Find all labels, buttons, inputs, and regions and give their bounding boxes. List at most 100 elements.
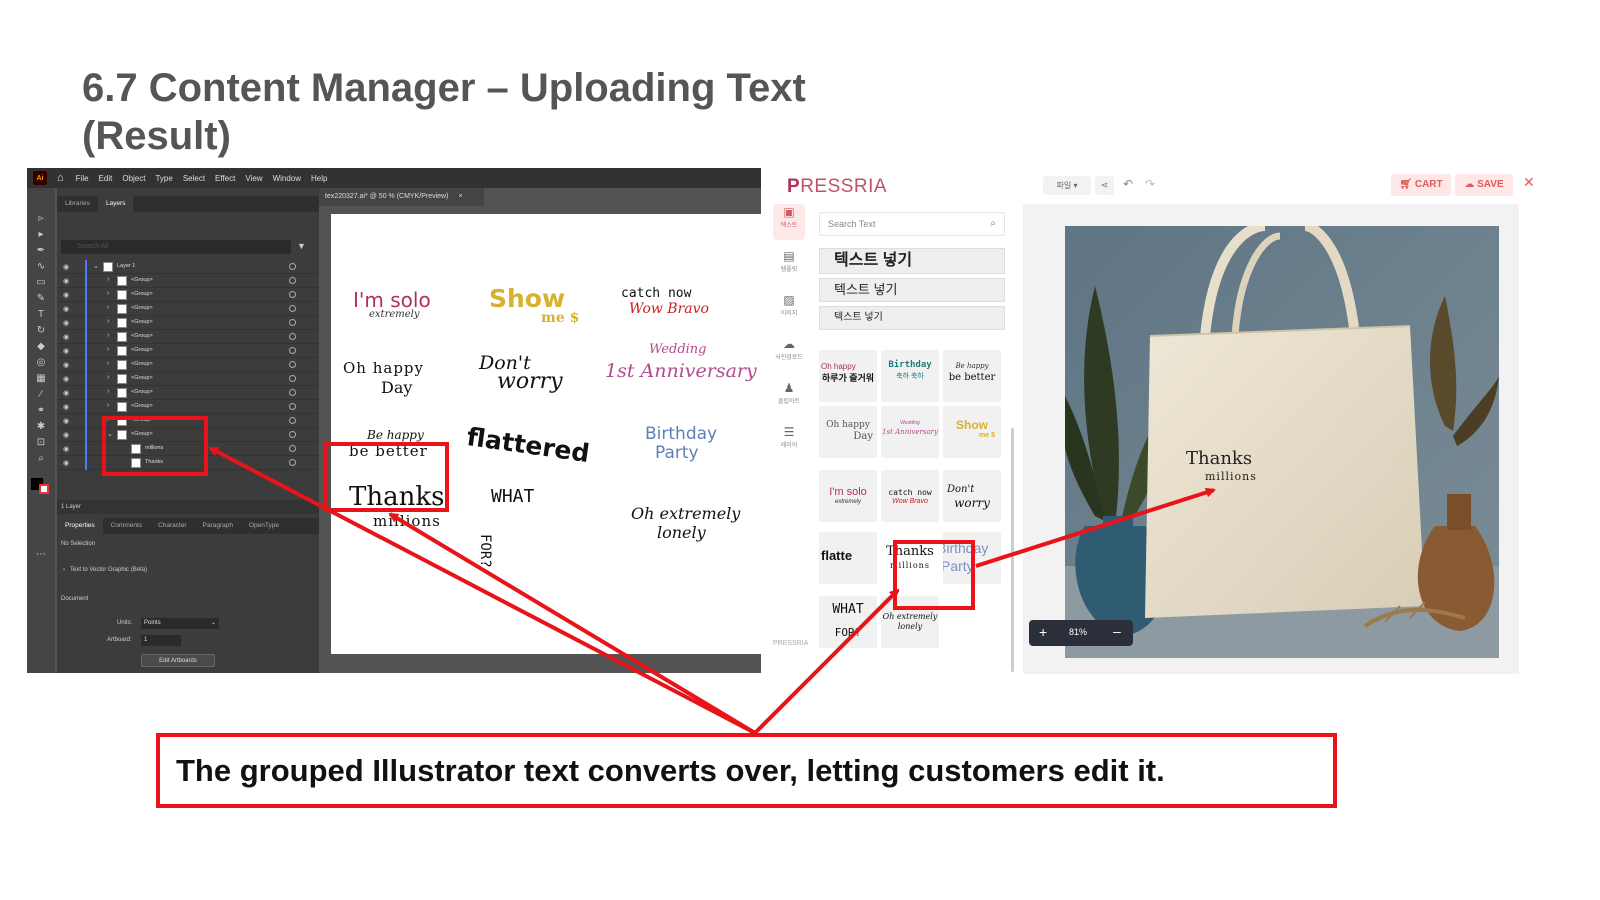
target-circle-icon[interactable] bbox=[289, 459, 296, 466]
art-party[interactable]: Party bbox=[655, 443, 699, 463]
target-circle-icon[interactable] bbox=[289, 375, 296, 382]
visibility-eye-icon[interactable]: ◉ bbox=[63, 291, 69, 299]
redo-icon[interactable]: ↷ bbox=[1145, 177, 1155, 191]
layer-row[interactable]: ◉ › <Group> bbox=[57, 274, 319, 288]
rotate-tool-icon[interactable]: ↻ bbox=[33, 324, 49, 338]
text-tile[interactable]: Wedding 1st Anniversary bbox=[881, 406, 939, 458]
layer-row[interactable]: ◉ › <Group> bbox=[57, 302, 319, 316]
add-subheading-button[interactable]: 텍스트 넣기 bbox=[819, 278, 1005, 302]
shape-builder-tool-icon[interactable]: ◎ bbox=[33, 356, 49, 370]
menu-object[interactable]: Object bbox=[122, 174, 145, 183]
tab-character[interactable]: Character bbox=[150, 518, 195, 534]
panel-scrollbar[interactable] bbox=[1011, 428, 1014, 672]
tab-paragraph[interactable]: Paragraph bbox=[195, 518, 241, 534]
share-icon[interactable]: ⋖ bbox=[1095, 176, 1114, 195]
art-flattered[interactable]: flattered bbox=[465, 422, 591, 468]
layer-row[interactable]: ◉ ⌄ Layer 1 bbox=[57, 260, 319, 274]
menu-edit[interactable]: Edit bbox=[99, 174, 113, 183]
visibility-eye-icon[interactable]: ◉ bbox=[63, 459, 69, 467]
text-tile[interactable]: Be happy be better bbox=[943, 350, 1001, 402]
visibility-eye-icon[interactable]: ◉ bbox=[63, 361, 69, 369]
layer-row[interactable]: ◉ › <Group> bbox=[57, 372, 319, 386]
layer-row[interactable]: ◉ › <Group> bbox=[57, 330, 319, 344]
menu-type[interactable]: Type bbox=[155, 174, 172, 183]
target-circle-icon[interactable] bbox=[289, 347, 296, 354]
art-show[interactable]: Show bbox=[489, 284, 565, 313]
rectangle-tool-icon[interactable]: ▭ bbox=[33, 276, 49, 290]
art-be-happy[interactable]: Be happy bbox=[367, 428, 424, 442]
visibility-eye-icon[interactable]: ◉ bbox=[63, 389, 69, 397]
visibility-eye-icon[interactable]: ◉ bbox=[63, 445, 69, 453]
rail-item-clipart[interactable]: ♟ 클립아트 bbox=[773, 380, 805, 416]
text-tile[interactable]: catch now Wow Bravo bbox=[881, 470, 939, 522]
rail-item-template[interactable]: ▤ 템플릿 bbox=[773, 248, 805, 284]
zoom-in-button[interactable]: + bbox=[1039, 624, 1047, 640]
rail-item-photo-upload[interactable]: ☁ 사진업로드 bbox=[773, 336, 805, 372]
text-tile[interactable]: flatte bbox=[819, 532, 877, 584]
visibility-eye-icon[interactable]: ◉ bbox=[63, 403, 69, 411]
tote-bag-product-photo[interactable]: Thanks millions bbox=[1065, 226, 1499, 658]
more-tools-icon[interactable]: ⋯ bbox=[33, 548, 49, 562]
layer-row[interactable]: ◉ › <Group> bbox=[57, 400, 319, 414]
expand-chevron-icon[interactable]: › bbox=[107, 276, 109, 283]
blend-tool-icon[interactable]: ⚭ bbox=[33, 404, 49, 418]
save-button[interactable]: ☁ SAVE bbox=[1455, 174, 1513, 196]
art-what[interactable]: WHAT bbox=[491, 486, 534, 507]
text-tile[interactable]: WHAT FOR? bbox=[819, 596, 877, 648]
art-extremely[interactable]: extremely bbox=[369, 309, 420, 320]
pen-tool-icon[interactable]: ✒ bbox=[33, 244, 49, 258]
layer-row[interactable]: ◉ › <Group> bbox=[57, 316, 319, 330]
target-circle-icon[interactable] bbox=[289, 389, 296, 396]
curvature-tool-icon[interactable]: ∿ bbox=[33, 260, 49, 274]
document-tab[interactable]: tex220327.ai* @ 50 % (CMYK/Preview) × bbox=[319, 188, 484, 206]
target-circle-icon[interactable] bbox=[289, 445, 296, 452]
expand-chevron-icon[interactable]: › bbox=[107, 304, 109, 311]
menu-help[interactable]: Help bbox=[311, 174, 327, 183]
target-circle-icon[interactable] bbox=[289, 431, 296, 438]
art-wow-bravo[interactable]: Wow Bravo bbox=[629, 301, 709, 317]
target-circle-icon[interactable] bbox=[289, 361, 296, 368]
direct-selection-tool-icon[interactable]: ▸ bbox=[33, 228, 49, 242]
visibility-eye-icon[interactable]: ◉ bbox=[63, 319, 69, 327]
expand-chevron-icon[interactable]: › bbox=[107, 332, 109, 339]
tab-properties[interactable]: Properties bbox=[57, 518, 103, 534]
expand-chevron-icon[interactable]: › bbox=[107, 290, 109, 297]
expand-chevron-icon[interactable]: › bbox=[107, 360, 109, 367]
visibility-eye-icon[interactable]: ◉ bbox=[63, 347, 69, 355]
search-text-input[interactable]: Search Text ⌕ bbox=[819, 212, 1005, 236]
text-tile[interactable]: Birthday 축하 축하 bbox=[881, 350, 939, 402]
target-circle-icon[interactable] bbox=[289, 417, 296, 424]
type-tool-icon[interactable]: T bbox=[33, 308, 49, 322]
menu-window[interactable]: Window bbox=[273, 174, 301, 183]
artboard-tool-icon[interactable]: ⊡ bbox=[33, 436, 49, 450]
visibility-eye-icon[interactable]: ◉ bbox=[63, 375, 69, 383]
gradient-tool-icon[interactable]: ▦ bbox=[33, 372, 49, 386]
art-wedding[interactable]: Wedding bbox=[649, 342, 707, 357]
visibility-eye-icon[interactable]: ◉ bbox=[63, 305, 69, 313]
eyedropper-tool-icon[interactable]: ⁄ bbox=[33, 388, 49, 402]
text-tile[interactable]: Oh happy Day bbox=[819, 406, 877, 458]
add-body-text-button[interactable]: 텍스트 넣기 bbox=[819, 306, 1005, 330]
zoom-tool-icon[interactable]: ⌕ bbox=[33, 452, 49, 466]
text-tile[interactable]: Show me $ bbox=[943, 406, 1001, 458]
undo-icon[interactable]: ↶ bbox=[1123, 177, 1133, 191]
symbol-tool-icon[interactable]: ✱ bbox=[33, 420, 49, 434]
close-icon[interactable]: × bbox=[458, 193, 462, 200]
expand-chevron-icon[interactable]: › bbox=[107, 388, 109, 395]
menu-view[interactable]: View bbox=[245, 174, 262, 183]
target-circle-icon[interactable] bbox=[289, 333, 296, 340]
file-menu-button[interactable]: 파일 ▾ bbox=[1043, 176, 1091, 195]
art-for[interactable]: FOR? bbox=[477, 534, 493, 568]
zoom-out-button[interactable]: – bbox=[1113, 623, 1121, 639]
selection-tool-icon[interactable]: ▹ bbox=[33, 212, 49, 226]
bag-text-thanks[interactable]: Thanks bbox=[1186, 448, 1252, 469]
visibility-eye-icon[interactable]: ◉ bbox=[63, 417, 69, 425]
close-icon[interactable]: ✕ bbox=[1523, 174, 1535, 191]
expand-chevron-icon[interactable]: › bbox=[107, 402, 109, 409]
layers-search-input[interactable]: Search All bbox=[61, 240, 291, 254]
layer-row[interactable]: ◉ › <Group> bbox=[57, 386, 319, 400]
art-birthday[interactable]: Birthday bbox=[645, 424, 717, 444]
expand-chevron-icon[interactable]: › bbox=[107, 374, 109, 381]
bag-text-millions[interactable]: millions bbox=[1205, 470, 1257, 483]
tab-opentype[interactable]: OpenType bbox=[241, 518, 287, 534]
